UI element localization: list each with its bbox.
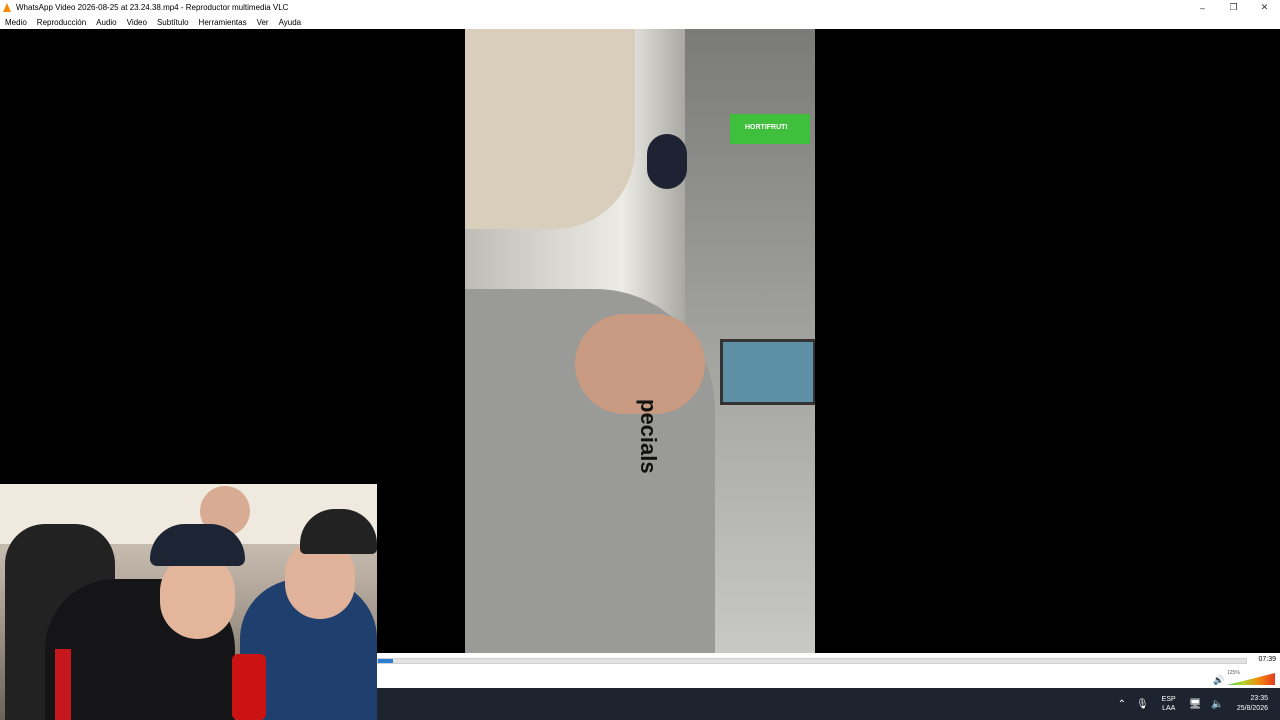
seek-progress — [378, 659, 393, 663]
menu-ayuda[interactable]: Ayuda — [274, 18, 307, 27]
window-controls: – ❐ ✕ — [1187, 0, 1280, 15]
volume-icon[interactable]: 🔊 — [1213, 675, 1224, 686]
vlc-cone-icon — [3, 3, 12, 12]
menu-medio[interactable]: Medio — [0, 18, 32, 27]
close-button[interactable]: ✕ — [1249, 0, 1280, 15]
jacket-stripe — [55, 649, 71, 720]
menu-audio[interactable]: Audio — [91, 18, 121, 27]
window-title: WhatsApp Video 2026-08-25 at 23.24.38.mp… — [16, 3, 289, 12]
language-indicator[interactable]: ESP LAA — [1162, 695, 1176, 713]
store-text: pecials — [636, 399, 661, 474]
store-sign-text: HORTIFRUTI — [745, 124, 788, 131]
red-bottle — [232, 654, 266, 720]
menu-subtitulo[interactable]: Subtítulo — [152, 18, 194, 27]
volume-percent: 125% — [1227, 670, 1240, 676]
menu-reproduccion[interactable]: Reproducción — [32, 18, 91, 27]
menu-herramientas[interactable]: Herramientas — [194, 18, 252, 27]
system-tray: ⌃ 🎙 ESP LAA 🖥 🔈 23:35 25/8/2026 — [1113, 688, 1280, 720]
video-frame: HORTIFRUTI pecials — [465, 29, 815, 653]
cap — [647, 134, 687, 189]
clock-date: 25/8/2026 — [1236, 705, 1268, 712]
store-screen — [720, 339, 815, 405]
speaker-icon[interactable]: 🔈 — [1211, 699, 1223, 710]
person-face — [160, 554, 235, 639]
language-bottom: LAA — [1162, 705, 1176, 712]
taskbar: ⌃ 🎙 ESP LAA 🖥 🔈 23:35 25/8/2026 — [377, 688, 1280, 720]
clock[interactable]: 23:35 25/8/2026 — [1237, 694, 1268, 714]
menu-bar: Medio Reproducción Audio Video Subtítulo… — [0, 15, 1280, 30]
person-in-video — [465, 29, 635, 229]
player-controls: 07:39 🔊 125% — [377, 653, 1280, 688]
chevron-up-icon[interactable]: ⌃ — [1118, 699, 1126, 710]
minimize-button[interactable]: – — [1187, 0, 1218, 15]
microphone-icon[interactable]: 🎙 — [1136, 699, 1149, 710]
restore-button[interactable]: ❐ — [1218, 0, 1249, 15]
title-bar: WhatsApp Video 2026-08-25 at 23.24.38.mp… — [0, 0, 1280, 15]
menu-video[interactable]: Video — [122, 18, 152, 27]
clock-time: 23:35 — [1250, 695, 1268, 702]
network-icon[interactable]: 🖥 — [1189, 699, 1202, 710]
webcam-overlay — [0, 484, 377, 720]
cap — [150, 524, 245, 566]
language-top: ESP — [1161, 696, 1176, 703]
total-time: 07:39 — [1258, 656, 1276, 663]
seek-bar[interactable] — [377, 658, 1247, 664]
menu-ver[interactable]: Ver — [252, 18, 274, 27]
